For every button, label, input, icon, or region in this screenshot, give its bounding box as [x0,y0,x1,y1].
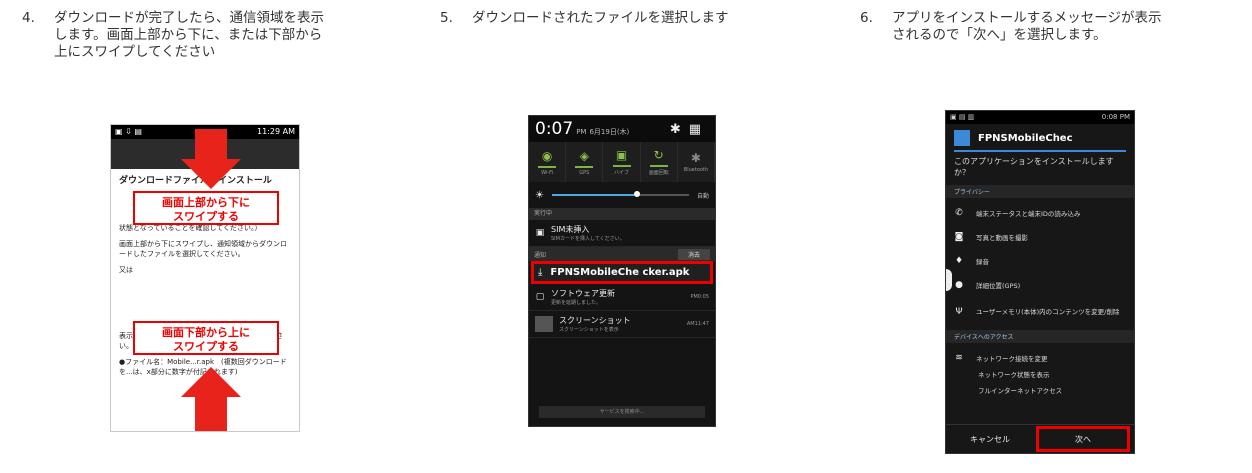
notif-title: スクリーンショット [559,316,631,325]
side-handle[interactable] [946,269,952,291]
clock: 0:07 PM 6月19日(木) [535,119,630,139]
location-icon: ● [955,280,963,290]
callout-line: スワイプする [173,210,239,223]
camera-icon: ◙ [954,232,964,242]
permission-item: ♦ 録音 [954,256,989,266]
toggle-vibrate[interactable]: ▣ バイブ [603,142,641,182]
screenshot-notification-panel: 0:07 PM 6月19日(木) ✱▦ ◉ Wi-Fi ◈ GPS ▣ バイブ ↻ 画面回転… [528,115,716,427]
toggle-gps[interactable]: ◈ GPS [566,142,604,182]
permission-item: ≋ ネットワーク接続を変更 [955,353,1048,363]
step-text-line: ダウンロードが完了したら、通信領域を表示 [54,10,324,26]
brightness-row: ☀ 自動 [529,182,715,208]
screenshot-notification[interactable]: スクリーンショット スクリーンショットを表示 AM11:47 [529,311,715,338]
mic-icon: ♦ [954,256,964,266]
toggle-bluetooth[interactable]: ✱ Bluetooth [678,142,715,182]
quick-toggles: ◉ Wi-Fi ◈ GPS ▣ バイブ ↻ 画面回転 ✱ Bluetooth [529,142,715,182]
notif-sub: スクリーンショットを表示 [559,327,619,333]
status-time: 0:08 PM [1101,113,1130,121]
callout-line: スワイプする [173,340,239,353]
dialog-buttons: キャンセル 次へ [946,424,1134,453]
update-notification[interactable]: ▢ ソフトウェア更新 更新を延期しました。 PM0:05 [529,284,715,311]
step-number: 6. [860,10,873,26]
callout-line: 画面上部から下に [162,196,250,209]
paragraph: 画面上部から下にスワイプし、通知領域からダウンロードしたファイルを選択してくださ… [119,240,287,258]
screenshot-install-dialog: ▣ ▤ ▥ 0:08 PM FPNSMobileChec このアプリケーションを… [945,110,1135,454]
callout-swipe-down: 画面上部から下に スワイプする [133,191,279,225]
clear-button[interactable]: 消去 [677,248,710,260]
section-running: 実行中 [529,208,715,220]
notifications-header: 通知 消去 [529,247,715,261]
notif-sub: SIMカードを挿入してください。 [551,236,625,242]
section-device-access: デバイスへのアクセス [946,330,1134,343]
status-icons: ▣ ⇩ ▤ [115,127,142,136]
notif-sub: 更新を延期しました。 [551,300,602,306]
wifi-icon: ≋ [955,353,963,363]
install-question: このアプリケーションをインストールしますか？ [954,157,1114,177]
step-text-line: 上にスワイプしてください [54,44,216,60]
step-number: 4. [22,10,35,26]
section-privacy: プライバシー [946,185,1134,198]
toggle-rotate[interactable]: ↻ 画面回転 [641,142,678,182]
permission-item: Ψ ユーザーメモリ(本体)内のコンテンツを変更/削除 [955,307,1120,317]
thumbnail [535,316,553,332]
next-button[interactable]: 次へ [1036,426,1130,452]
permission-item: ● 詳細位置(GPS) [955,280,1021,290]
app-icon [954,130,970,146]
permission-item: ネットワーク状態を表示 [978,371,1050,379]
notif-title: SIM未挿入 [551,225,590,234]
screenshot-swipe: ▣ ⇩ ▤ 11:29 AM ダウンロードファイルをインストール 状態となってい… [110,124,300,432]
permission-item: フルインターネットアクセス [978,387,1063,395]
status-icons: ▣ ▤ ▥ [950,113,975,121]
cancel-button[interactable]: キャンセル [946,425,1034,453]
status-bar: ▣ ▤ ▥ 0:08 PM [946,111,1134,124]
sun-icon: ☀ [535,189,544,201]
step-text-line: します。画面上部から下に、または下部から [54,27,323,43]
apk-filename: FPNSMobileChe cker.apk [550,267,690,278]
panel-header: 0:07 PM 6月19日(木) ✱▦ [529,116,715,142]
notif-time: AM11:47 [686,321,709,327]
phone-icon: ✆ [955,208,963,218]
auto-label[interactable]: 自動 [697,191,709,200]
step-text-line: されるので「次へ」を選択します。 [892,27,1107,43]
sim-icon: ▣ [535,228,545,238]
brightness-slider[interactable] [551,191,689,197]
step-text-line: ダウンロードされたファイルを選択します [472,10,729,26]
app-header: FPNSMobileChec [946,124,1134,148]
step-number: 5. [440,10,453,26]
download-icon: ⤓ [538,267,543,278]
permission-item: ✆ 端末ステータスと端末IDの読み込み [955,208,1081,218]
service-search-footer: サービスを検索中... [539,406,705,418]
sim-notification[interactable]: ▣ SIM未挿入 SIMカードを挿入してください。 [529,220,715,247]
apk-download-notification[interactable]: ⤓ FPNSMobileChe cker.apk [531,261,713,284]
usb-icon: Ψ [955,307,963,317]
notif-title: ソフトウェア更新 [551,289,615,298]
notif-label: 通知 [534,251,547,259]
callout-swipe-up: 画面下部から上に スワイプする [133,321,279,355]
settings-icon[interactable]: ✱▦ [670,122,709,137]
step-text-line: アプリをインストールするメッセージが表示 [892,10,1162,26]
app-name: FPNSMobileChec [978,132,1073,144]
status-time: 11:29 AM [257,127,295,136]
toggle-wifi[interactable]: ◉ Wi-Fi [529,142,567,182]
callout-line: 画面下部から上に [162,326,250,339]
permission-item: ◙ 写真と動画を撮影 [954,232,1028,242]
notif-time: PM0:05 [690,294,709,300]
paragraph: 又は [119,266,133,274]
update-icon: ▢ [535,292,545,302]
